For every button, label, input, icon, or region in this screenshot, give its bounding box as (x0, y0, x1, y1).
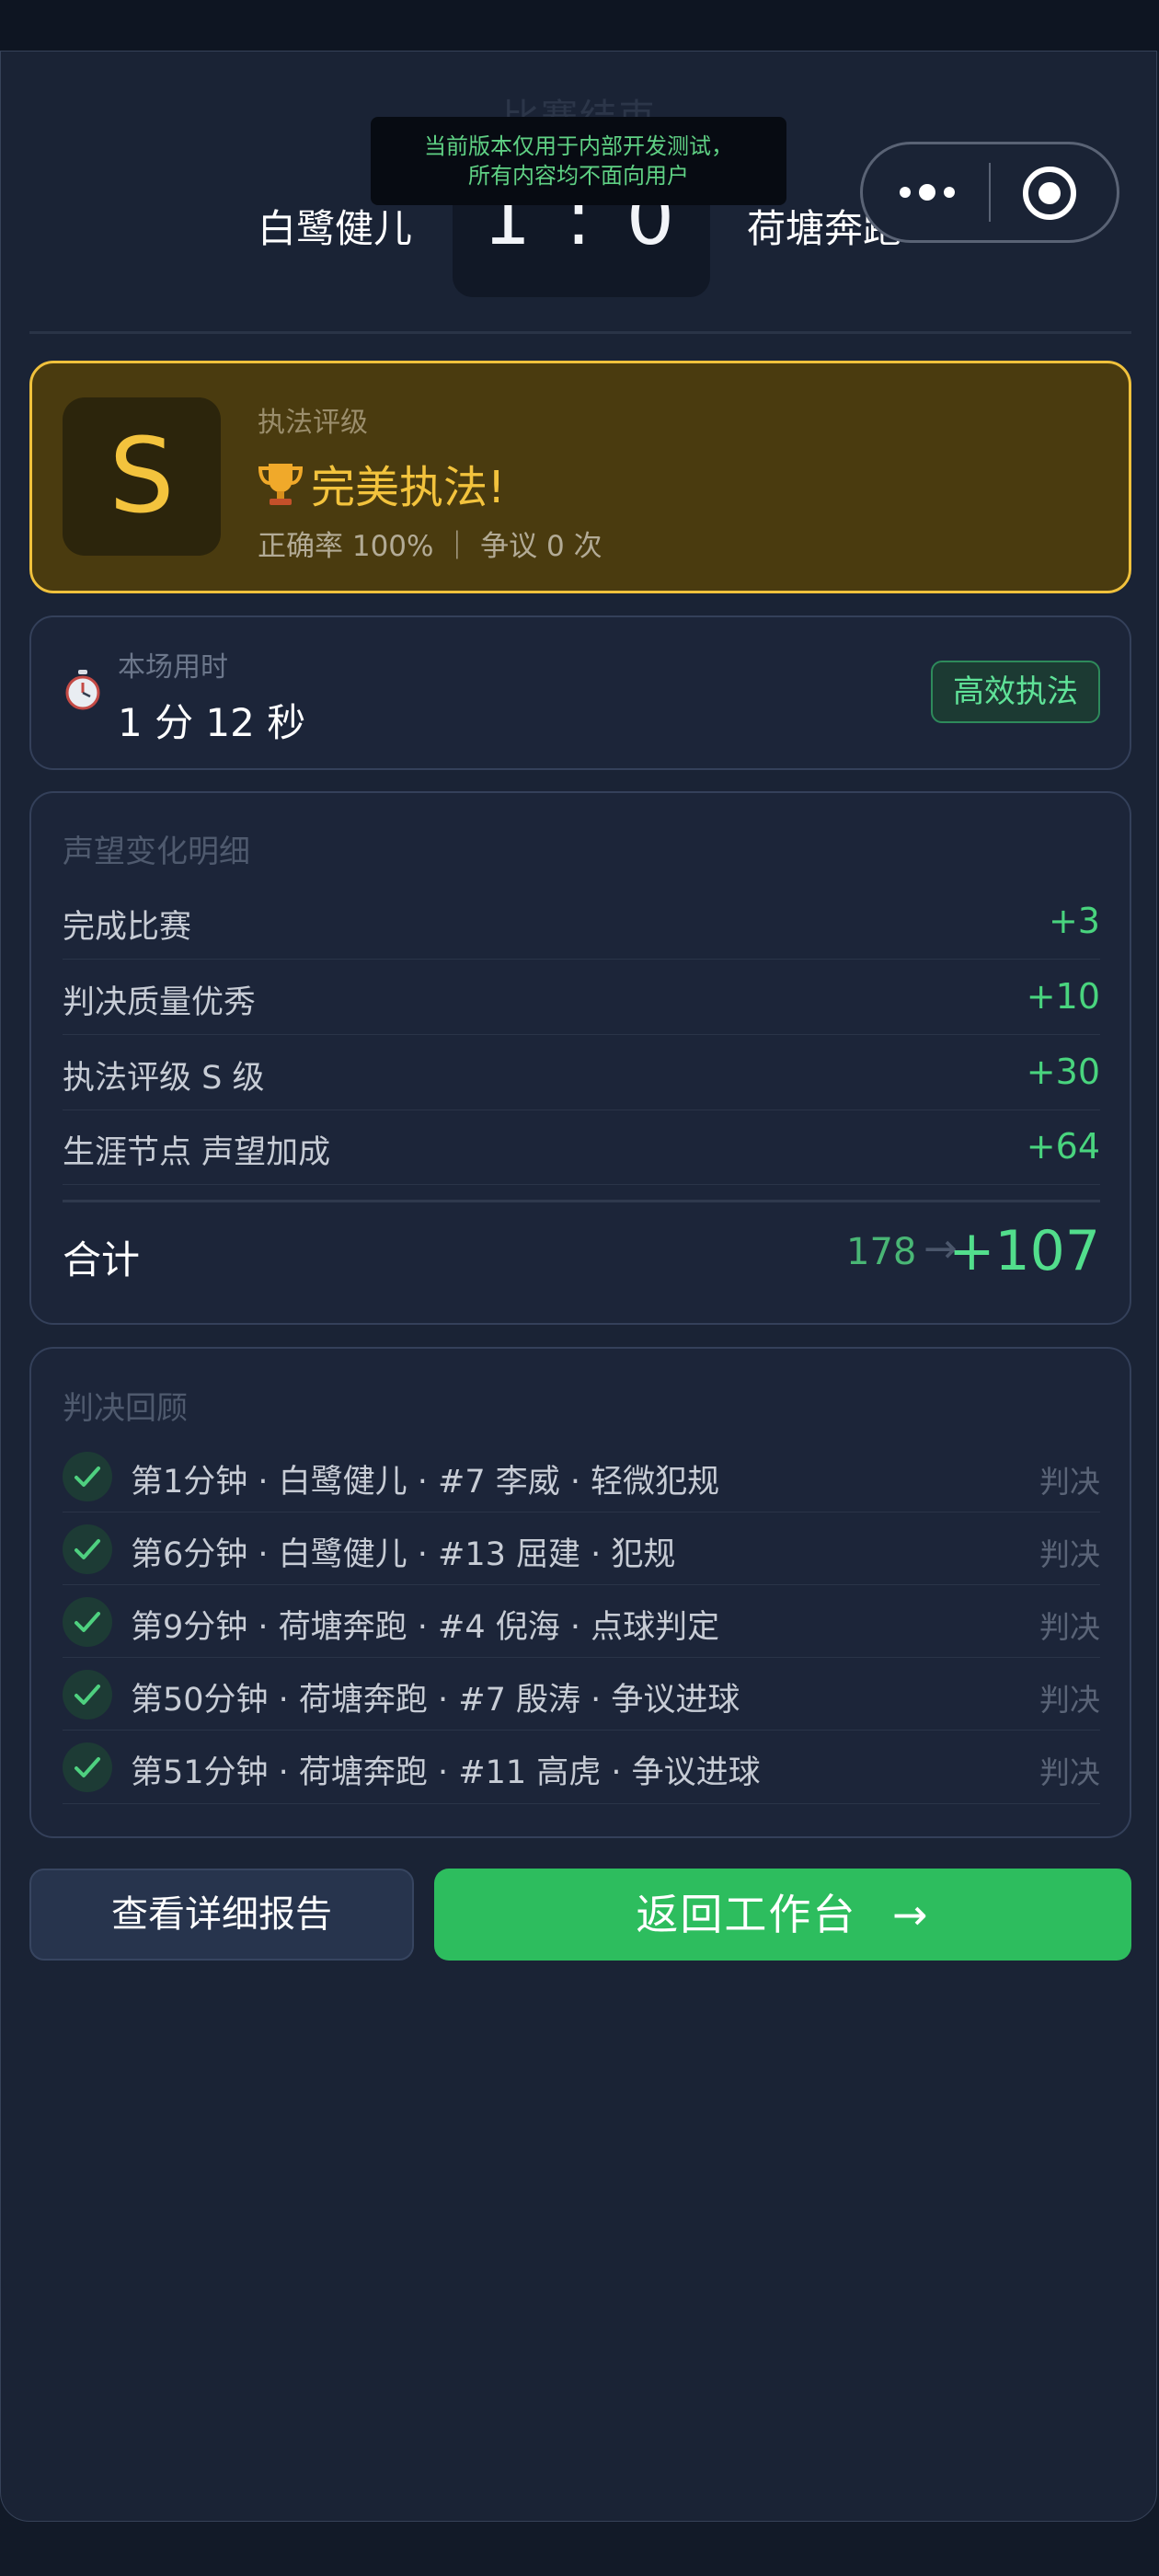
row-divider (63, 959, 1100, 960)
row-divider (63, 1034, 1100, 1035)
grade-label: 执法评级 (258, 407, 368, 439)
review-item-text: 第6分钟 · 白鹭健儿 · #13 屈建 · 犯规 (131, 1536, 676, 1573)
check-icon (63, 1524, 112, 1574)
reputation-row-label: 完成比赛 (63, 909, 192, 946)
status-bar-area (0, 0, 1159, 52)
review-item-tag: 判决 (1039, 1536, 1100, 1572)
reputation-row-label: 判决质量优秀 (63, 984, 257, 1021)
review-item-tag: 判决 (1039, 1754, 1100, 1790)
reputation-row-value: +10 (1026, 976, 1100, 1017)
mini-program-capsule (860, 142, 1119, 243)
return-workbench-button[interactable]: 返回工作台 → (434, 1869, 1131, 1961)
reputation-row-value: +64 (1026, 1126, 1100, 1167)
reputation-row-label: 执法评级 S 级 (63, 1060, 265, 1097)
capsule-divider (989, 163, 991, 222)
row-divider (63, 1584, 1100, 1585)
review-item-text: 第51分钟 · 荷塘奔跑 · #11 高虎 · 争议进球 (131, 1754, 761, 1791)
reputation-title: 声望变化明细 (63, 834, 250, 870)
total-change-value: +107 (948, 1219, 1100, 1283)
total-divider (63, 1200, 1100, 1202)
row-divider (63, 1730, 1100, 1731)
review-item-tag: 判决 (1039, 1464, 1100, 1500)
time-value: 1 分 12 秒 (118, 700, 306, 745)
home-team-name: 白鹭健儿 (258, 206, 413, 251)
trophy-icon (258, 460, 304, 508)
check-icon (63, 1742, 112, 1792)
view-report-button[interactable]: 查看详细报告 (29, 1869, 414, 1961)
review-title: 判决回顾 (63, 1390, 188, 1427)
total-label: 合计 (63, 1237, 141, 1282)
return-button-label: 返回工作台 (636, 1890, 857, 1939)
grade-title-row: 完美执法! (258, 451, 505, 515)
grade-letter: S (63, 397, 221, 556)
review-item-tag: 判决 (1039, 1609, 1100, 1645)
stopwatch-icon (63, 670, 103, 710)
more-dots-icon[interactable] (896, 172, 962, 213)
check-icon (63, 1597, 112, 1647)
total-from-value: 178 (846, 1231, 917, 1273)
target-icon[interactable] (1021, 165, 1078, 222)
reputation-row-value: +30 (1026, 1052, 1100, 1092)
reputation-row-value: +3 (1048, 901, 1100, 941)
check-icon (63, 1452, 112, 1501)
review-item-tag: 判决 (1039, 1682, 1100, 1718)
grade-title: 完美执法! (311, 462, 506, 513)
review-item-text: 第1分钟 · 白鹭健儿 · #7 李威 · 轻微犯规 (131, 1464, 720, 1501)
review-item-text: 第50分钟 · 荷塘奔跑 · #7 殷涛 · 争议进球 (131, 1682, 740, 1719)
row-divider (63, 1657, 1100, 1658)
reputation-row-label: 生涯节点 声望加成 (63, 1134, 331, 1171)
dev-banner-line2: 所有内容均不面向用户 (468, 163, 689, 189)
time-label: 本场用时 (118, 651, 228, 684)
dev-test-banner: 当前版本仅用于内部开发测试， 所有内容均不面向用户 (371, 117, 786, 205)
dev-banner-line1: 当前版本仅用于内部开发测试， (424, 133, 733, 159)
row-divider (63, 1184, 1100, 1185)
efficiency-badge: 高效执法 (931, 661, 1100, 723)
header-divider (29, 331, 1131, 334)
row-divider (63, 1803, 1100, 1804)
review-item-text: 第9分钟 · 荷塘奔跑 · #4 倪海 · 点球判定 (131, 1609, 720, 1646)
grade-subtitle: 正确率 100% ｜ 争议 0 次 (258, 530, 602, 563)
check-icon (63, 1670, 112, 1719)
arrow-right-icon: → (892, 1890, 930, 1939)
